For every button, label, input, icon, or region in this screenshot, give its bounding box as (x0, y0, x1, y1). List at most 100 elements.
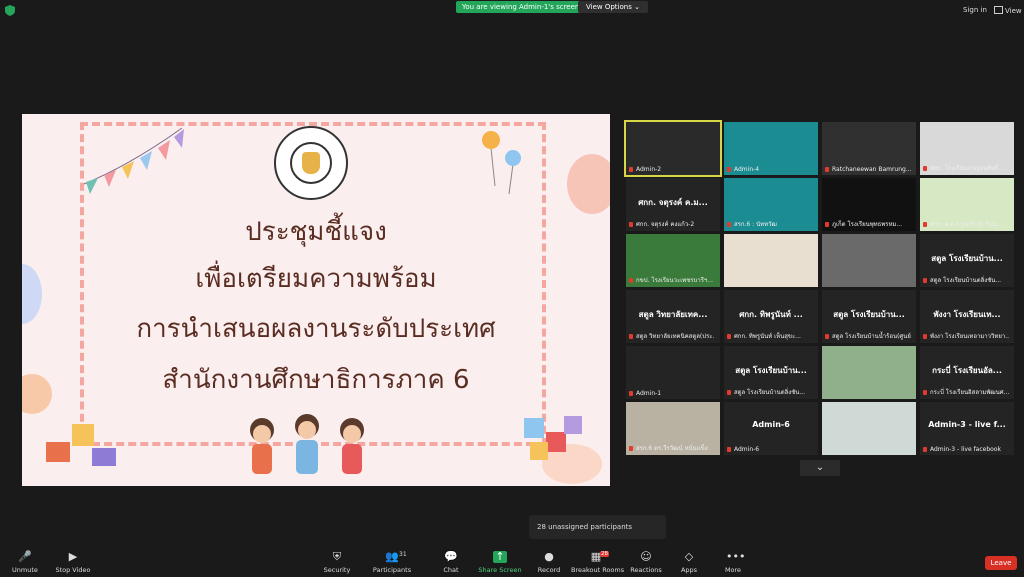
participant-name-label: Admin-1 (629, 390, 661, 397)
security-label: Security (323, 566, 351, 574)
unmute-button[interactable]: 🎤 Unmute (0, 541, 50, 577)
decor-blob (22, 264, 42, 324)
participant-name-text: สรก.6 : นัททวัฒ (734, 221, 777, 228)
chevron-down-icon[interactable]: ⌄ (800, 460, 840, 476)
muted-mic-icon (825, 167, 829, 172)
shield-icon[interactable] (5, 5, 15, 16)
participant-display-name: สตูล โรงเรียนบ้าน... (735, 366, 807, 375)
muted-mic-icon (629, 222, 633, 227)
participant-name-label: กขป. โรงเรียนวะเพชรบารีฯ... (629, 275, 713, 285)
breakout-rooms-button[interactable]: ▦ 28 Breakout Rooms (571, 541, 624, 577)
muted-mic-icon (923, 166, 927, 171)
participant-tile[interactable]: พชร. โรงเรียนกาญจนสิทธิ์... (920, 122, 1014, 175)
security-button[interactable]: ⛨ Security (312, 541, 362, 577)
chat-label: Chat (443, 566, 459, 574)
participant-name-text: สตูล โรงเรียนบ้านตลิ่งชัน... (734, 389, 806, 396)
more-label: More (724, 566, 742, 574)
participant-tile[interactable]: ศกก. ผ.ศ.อรุณ(รับรู้) กินน... (920, 178, 1014, 231)
participant-name-text: สรก.6 ดร.วีรวัฒน์ หนั่นแข็ง (636, 445, 708, 452)
muted-mic-icon (629, 167, 633, 172)
shared-screen[interactable]: ประชุมชี้แจง เพื่อเตรียมความพร้อม การนำเ… (22, 114, 610, 486)
reactions-icon: ☺ (640, 550, 652, 563)
participant-tile[interactable]: กระบี่ โรงเรียนอัล... กระบี่ โรงเรียนอิสล… (920, 346, 1014, 399)
apps-label: Apps (680, 566, 698, 574)
slide-title-line-2: เพื่อเตรียมความพร้อม (195, 264, 437, 294)
participant-display-name: ศกก. ทิพรูนันท์ ... (739, 310, 803, 319)
participant-tile[interactable]: ศกก. ทิพรูนันท์ ... ศกก. ทิพรูนันท์ เห็นส… (724, 290, 818, 343)
participant-name-label: Admin-3 - live facebook (923, 446, 1001, 453)
participants-label: Participants (372, 566, 412, 574)
participant-name-text: Admin-4 (734, 166, 760, 173)
view-button[interactable]: View (994, 6, 1022, 15)
participant-name-label: สรก.6 ดร.วีรวัฒน์ หนั่นแข็ง (629, 443, 708, 453)
participant-tile[interactable]: สตูล วิทยาลัยเทค... สตูล วิทยาลัยเทคนิคสต… (626, 290, 720, 343)
participant-name-text: สตูล วิทยาลัยเทคนิคสตูล(ประ... (636, 333, 715, 340)
participant-tile[interactable] (724, 234, 818, 287)
muted-mic-icon (727, 390, 731, 395)
participant-tile[interactable] (822, 234, 916, 287)
muted-mic-icon (727, 334, 731, 339)
muted-mic-icon (923, 334, 927, 339)
record-label: Record (537, 566, 561, 574)
participant-tile[interactable]: กขป. โรงเรียนวะเพชรบารีฯ... (626, 234, 720, 287)
record-button[interactable]: ● Record (524, 541, 574, 577)
chat-button[interactable]: 💬 Chat (426, 541, 476, 577)
participant-tile[interactable]: Admin-6 Admin-6 (724, 402, 818, 455)
participant-tile[interactable]: Admin-2 (624, 120, 722, 177)
participant-tile[interactable] (822, 402, 916, 455)
participant-tile[interactable]: ภูเก็ต โรงเรียนพุทธพรหม... (822, 178, 916, 231)
participant-display-name: ศกก. จตุรงค์ ค.ม... (638, 198, 708, 207)
participant-tile[interactable]: ศกก. จตุรงค์ ค.ม... ศกก. จตุรงค์ คงแก้ว-2 (626, 178, 720, 231)
muted-mic-icon (923, 222, 927, 227)
share-screen-icon: ↑ (493, 551, 507, 563)
share-screen-button[interactable]: ↑ Share Screen (475, 541, 525, 577)
participant-tile[interactable]: สรก.6 : นัททวัฒ (724, 178, 818, 231)
participant-display-name: พังงา โรงเรียนเท... (933, 310, 1001, 319)
participant-name-label: ศกก. ทิพรูนันท์ เห็นสุขะ... (727, 331, 801, 341)
puzzle-decoration (524, 416, 582, 460)
participant-count: 31 (399, 551, 407, 558)
slide-title-line-4: สำนักงานศึกษาธิการภาค 6 (162, 365, 470, 395)
participant-tile[interactable]: Admin-1 (626, 346, 720, 399)
slide-title-line-3: การนำเสนอผลงานระดับประเทศ (136, 314, 496, 344)
participant-tile[interactable] (822, 346, 916, 399)
sign-in-button[interactable]: Sign in (963, 6, 987, 14)
participant-name-text: กระบี่ โรงเรียนอิสลามพัฒนศ... (930, 389, 1009, 396)
unmute-icon: 🎤 (18, 550, 32, 563)
participant-tile[interactable]: Admin-3 - live f... Admin-3 - live facebo… (920, 402, 1014, 455)
muted-mic-icon (727, 222, 731, 227)
muted-mic-icon (923, 278, 927, 283)
grid-icon (994, 6, 1003, 14)
muted-mic-icon (923, 447, 927, 452)
participant-display-name: สตูล วิทยาลัยเทค... (638, 310, 708, 319)
participant-tile[interactable]: Admin-4 (724, 122, 818, 175)
participant-name-label: กระบี่ โรงเรียนอิสลามพัฒนศ... (923, 387, 1009, 397)
participant-tile[interactable]: Ratchaneewan Bamrung... (822, 122, 916, 175)
participant-display-name: สตูล โรงเรียนบ้าน... (931, 254, 1003, 263)
participant-name-label: Admin-6 (727, 446, 759, 453)
muted-mic-icon (629, 278, 633, 283)
participant-tile[interactable]: สตูล โรงเรียนบ้าน... สตูล โรงเรียนบ้านตลิ… (920, 234, 1014, 287)
leave-button[interactable]: Leave (985, 556, 1017, 570)
decor-blob (567, 154, 610, 214)
participant-name-text: Admin-3 - live facebook (930, 446, 1001, 453)
participant-tile[interactable]: สตูล โรงเรียนบ้าน... สตูล โรงเรียนบ้านตลิ… (724, 346, 818, 399)
more-button[interactable]: ••• More (708, 541, 758, 577)
participant-name-label: สตูล โรงเรียนบ้านตลิ่งชัน... (727, 387, 805, 397)
participant-name-text: ภูเก็ต โรงเรียนพุทธพรหม... (832, 221, 903, 228)
breakout-badge: 28 (600, 551, 609, 557)
stop-video-icon: ▶ (68, 550, 78, 563)
view-options-button[interactable]: View Options ⌄ (578, 1, 648, 13)
participant-tile[interactable]: สตูล โรงเรียนบ้าน... สตูล โรงเรียนบ้านน้ำ… (822, 290, 916, 343)
record-icon: ● (544, 550, 554, 563)
apps-button[interactable]: ◇ Apps (664, 541, 714, 577)
unassigned-participants-notice[interactable]: 28 unassigned participants (529, 515, 666, 539)
participant-tile[interactable]: สรก.6 ดร.วีรวัฒน์ หนั่นแข็ง (626, 402, 720, 455)
muted-mic-icon (727, 167, 731, 172)
stop-video-button[interactable]: ▶ Stop Video (48, 541, 98, 577)
participant-name-text: สตูล โรงเรียนบ้านน้ำร้อน(ศูนย์... (832, 333, 911, 340)
chat-icon: 💬 (444, 550, 458, 563)
participant-tile[interactable]: พังงา โรงเรียนเท... พังงา โรงเรียนเทอามาว… (920, 290, 1014, 343)
participants-button[interactable]: 👥 31 Participants (367, 541, 417, 577)
participant-name-label: สรก.6 : นัททวัฒ (727, 219, 777, 229)
